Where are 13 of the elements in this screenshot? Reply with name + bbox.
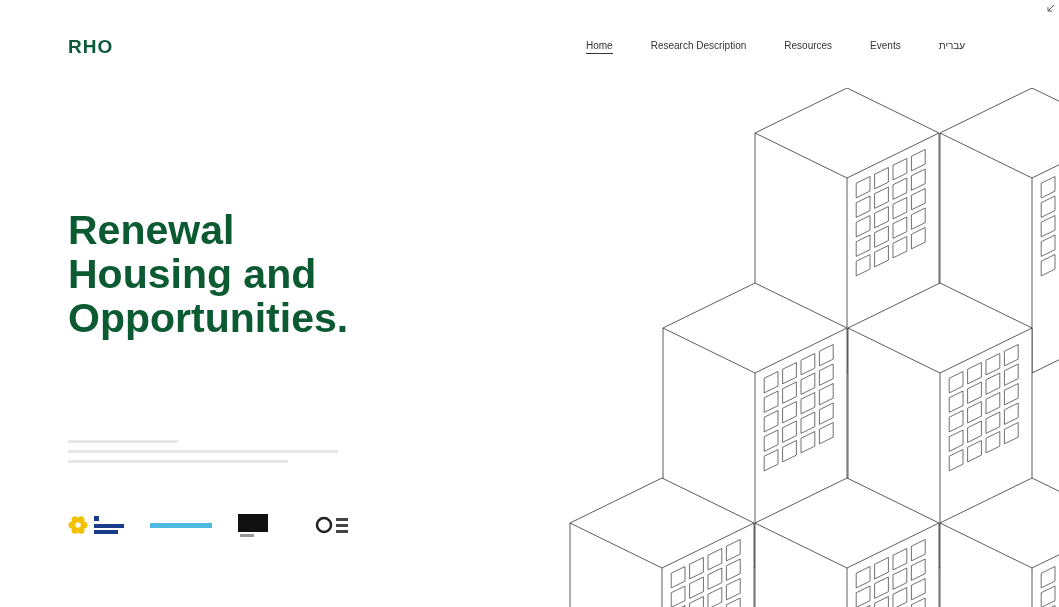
nav-link[interactable]: Research Description xyxy=(650,40,747,54)
institution-logo-icon xyxy=(94,516,124,534)
nav-link[interactable]: עברית xyxy=(938,40,966,54)
university-logo-icon xyxy=(238,514,268,537)
flower-logo-icon xyxy=(68,516,88,534)
emblem-logo-icon xyxy=(315,516,348,534)
hero-title: Renewal Housing and Opportunities. xyxy=(68,208,350,340)
nav-link[interactable]: Resources xyxy=(784,40,833,54)
site-logo[interactable]: RHO xyxy=(68,36,560,58)
nav-link[interactable]: Home xyxy=(586,40,613,54)
urban-logo-icon xyxy=(150,523,212,528)
arrow-icon[interactable] xyxy=(1047,4,1055,12)
nav-link[interactable]: Events xyxy=(870,40,901,54)
